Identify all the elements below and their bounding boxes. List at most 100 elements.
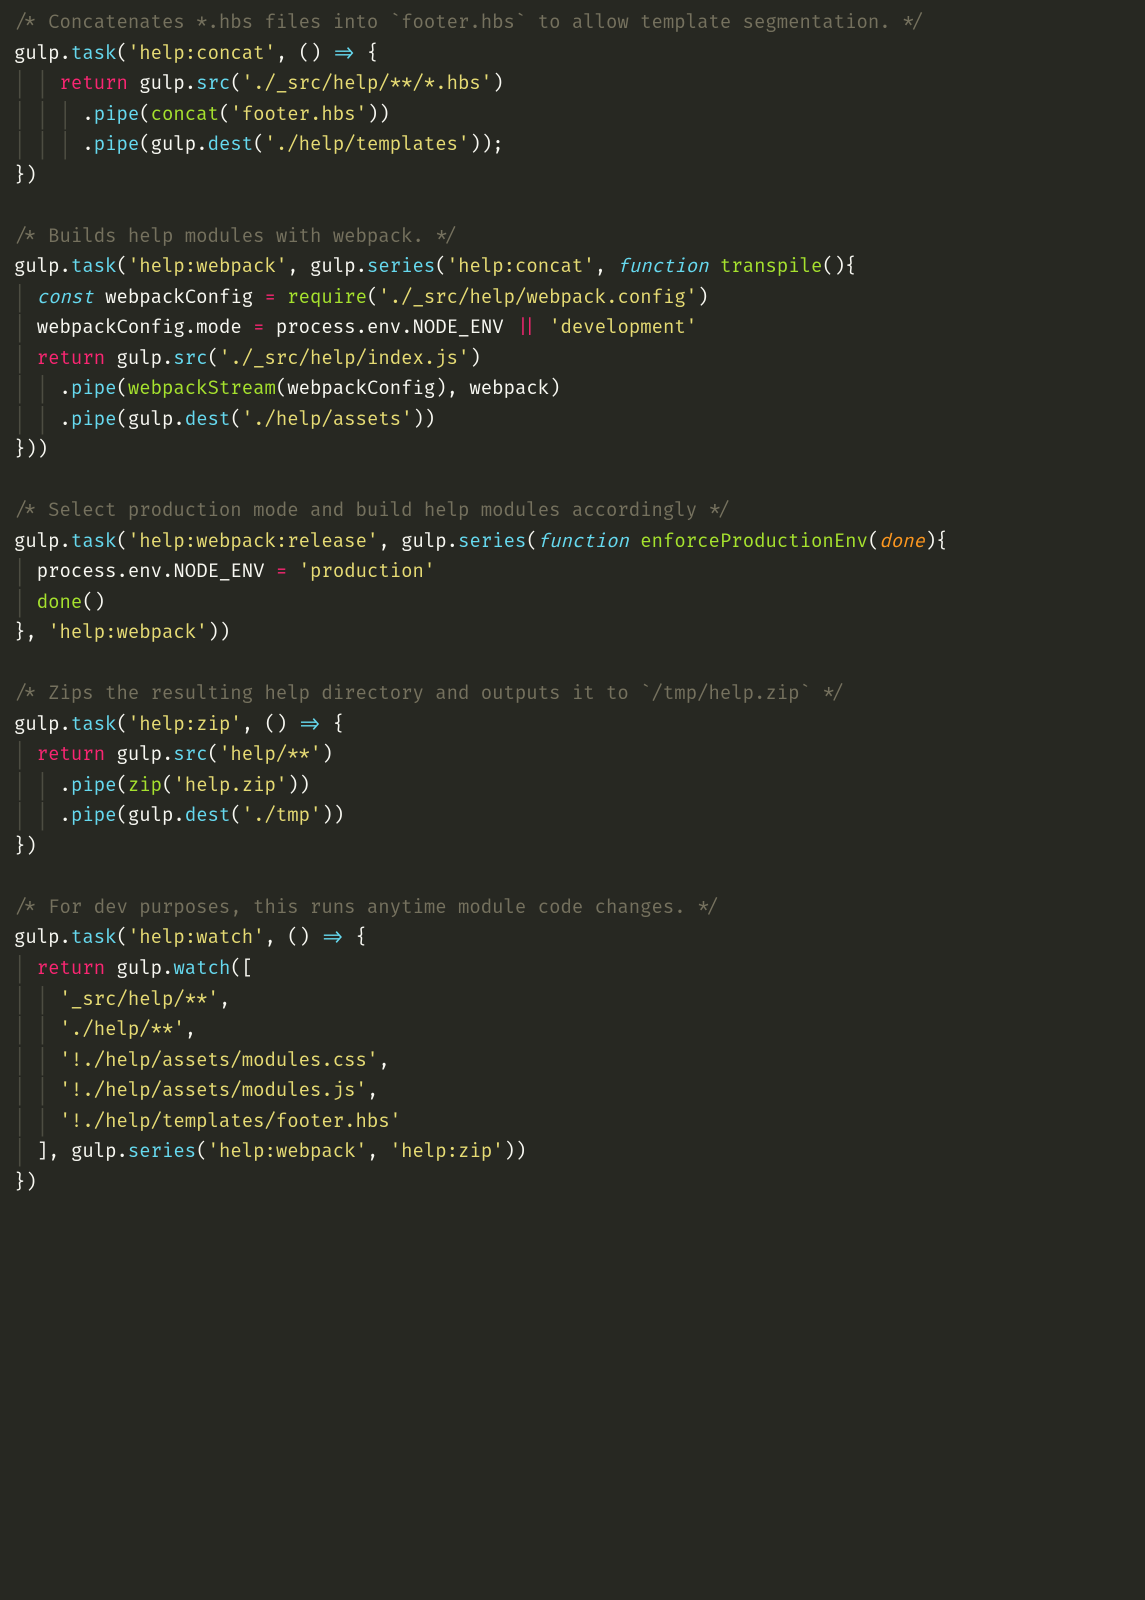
code-token: ( <box>219 103 230 126</box>
code-token: ( <box>526 530 537 553</box>
code-token: 'help/**' <box>219 743 321 766</box>
code-token: . <box>173 804 184 827</box>
code-token: │ │ <box>14 1110 60 1133</box>
code-token: gulp <box>128 804 174 827</box>
code-token: ( <box>116 713 127 736</box>
code-token: , () <box>276 42 333 65</box>
code-token: │ <box>14 286 37 309</box>
code-token: . <box>60 804 71 827</box>
code-token: src <box>196 72 230 95</box>
code-token: { <box>344 926 367 949</box>
code-token: │ │ <box>14 1049 60 1072</box>
code-token: gulp <box>105 743 162 766</box>
code-token: ) <box>492 72 503 95</box>
code-token: 'help:zip' <box>390 1140 504 1163</box>
code-token: │ │ <box>14 804 60 827</box>
code-token: process <box>37 560 117 583</box>
code-token: , <box>378 1049 389 1072</box>
code-token: ( <box>116 530 127 553</box>
code-token: │ │ <box>14 377 60 400</box>
code-token: │ │ <box>14 1079 60 1102</box>
code-token: return <box>60 72 128 95</box>
code-token: pipe <box>71 408 117 431</box>
code-token: ( <box>230 408 241 431</box>
code-token: │ │ │ <box>14 133 82 156</box>
code-token: }, <box>14 621 48 644</box>
code-token: ( <box>253 133 264 156</box>
code-token: 'help:zip' <box>128 713 242 736</box>
code-token: /* For dev purposes, this runs anytime m… <box>14 896 720 919</box>
code-token: │ │ <box>14 774 60 797</box>
code-token: './_src/help/webpack.config' <box>378 286 697 309</box>
code-token: . <box>116 1140 127 1163</box>
code-token: ( <box>139 103 150 126</box>
code-token: gulp <box>14 713 60 736</box>
code-token: const <box>37 286 94 309</box>
code-token: . <box>82 133 93 156</box>
code-token: . <box>60 377 71 400</box>
code-token: ( <box>116 804 127 827</box>
code-token: ( <box>139 133 150 156</box>
code-token: => <box>321 926 344 949</box>
code-token: ) <box>697 286 708 309</box>
code-token: ( <box>196 1140 207 1163</box>
code-token <box>538 316 549 339</box>
code-token: , <box>219 988 230 1011</box>
code-token: ([ <box>230 957 253 980</box>
code-token: gulp <box>105 347 162 370</box>
code-token: . <box>356 316 367 339</box>
code-token: zip <box>128 774 162 797</box>
code-token: src <box>173 743 207 766</box>
code-token: /* Select production mode and build help… <box>14 499 731 522</box>
code-token: src <box>173 347 207 370</box>
code-token: concat <box>151 103 219 126</box>
code-token: /* Zips the resulting help directory and… <box>14 682 845 705</box>
code-token: (){ <box>822 255 856 278</box>
code-token: . <box>60 255 71 278</box>
code-token: NODE_ENV <box>413 316 515 339</box>
code-token: , <box>287 255 310 278</box>
code-token: │ │ │ <box>14 103 82 126</box>
code-token: │ <box>14 560 37 583</box>
code-token: │ <box>14 1140 37 1163</box>
code-token: env <box>367 316 401 339</box>
code-token: || <box>515 316 538 339</box>
code-token: . <box>60 926 71 949</box>
code-token: task <box>71 926 117 949</box>
code-token: dest <box>208 133 254 156</box>
code-token: pipe <box>71 774 117 797</box>
code-token: NODE_ENV <box>173 560 275 583</box>
code-token: , <box>378 530 401 553</box>
code-token: 'help:webpack' <box>128 255 287 278</box>
code-token: gulp <box>151 133 197 156</box>
code-token: 'production' <box>299 560 436 583</box>
code-token: '!./help/assets/modules.js' <box>60 1079 367 1102</box>
code-token: task <box>71 42 117 65</box>
code-token: . <box>82 103 93 126</box>
code-token: ( <box>116 42 127 65</box>
code-token: │ │ <box>14 72 60 95</box>
code-token: process <box>265 316 356 339</box>
code-token: './_src/help/**/*.hbs' <box>242 72 492 95</box>
code-token: ( <box>162 774 173 797</box>
code-token: () <box>82 591 105 614</box>
code-token: gulp <box>14 42 60 65</box>
code-token: ( <box>208 347 219 370</box>
code-token: ( <box>230 72 241 95</box>
code-token: . <box>173 408 184 431</box>
code-token: ( <box>868 530 879 553</box>
code-token: 'help:concat' <box>447 255 595 278</box>
code-token: , <box>185 1018 196 1041</box>
code-token: gulp <box>14 926 60 949</box>
code-token: . <box>185 72 196 95</box>
code-token: │ <box>14 957 37 980</box>
code-token: ) <box>469 347 480 370</box>
code-token: . <box>162 560 173 583</box>
code-token: { <box>356 42 379 65</box>
code-token: series <box>367 255 435 278</box>
code-token: . <box>60 530 71 553</box>
code-token: ( <box>116 377 127 400</box>
code-token: pipe <box>71 804 117 827</box>
code-token: gulp <box>401 530 447 553</box>
code-token: ( <box>230 804 241 827</box>
